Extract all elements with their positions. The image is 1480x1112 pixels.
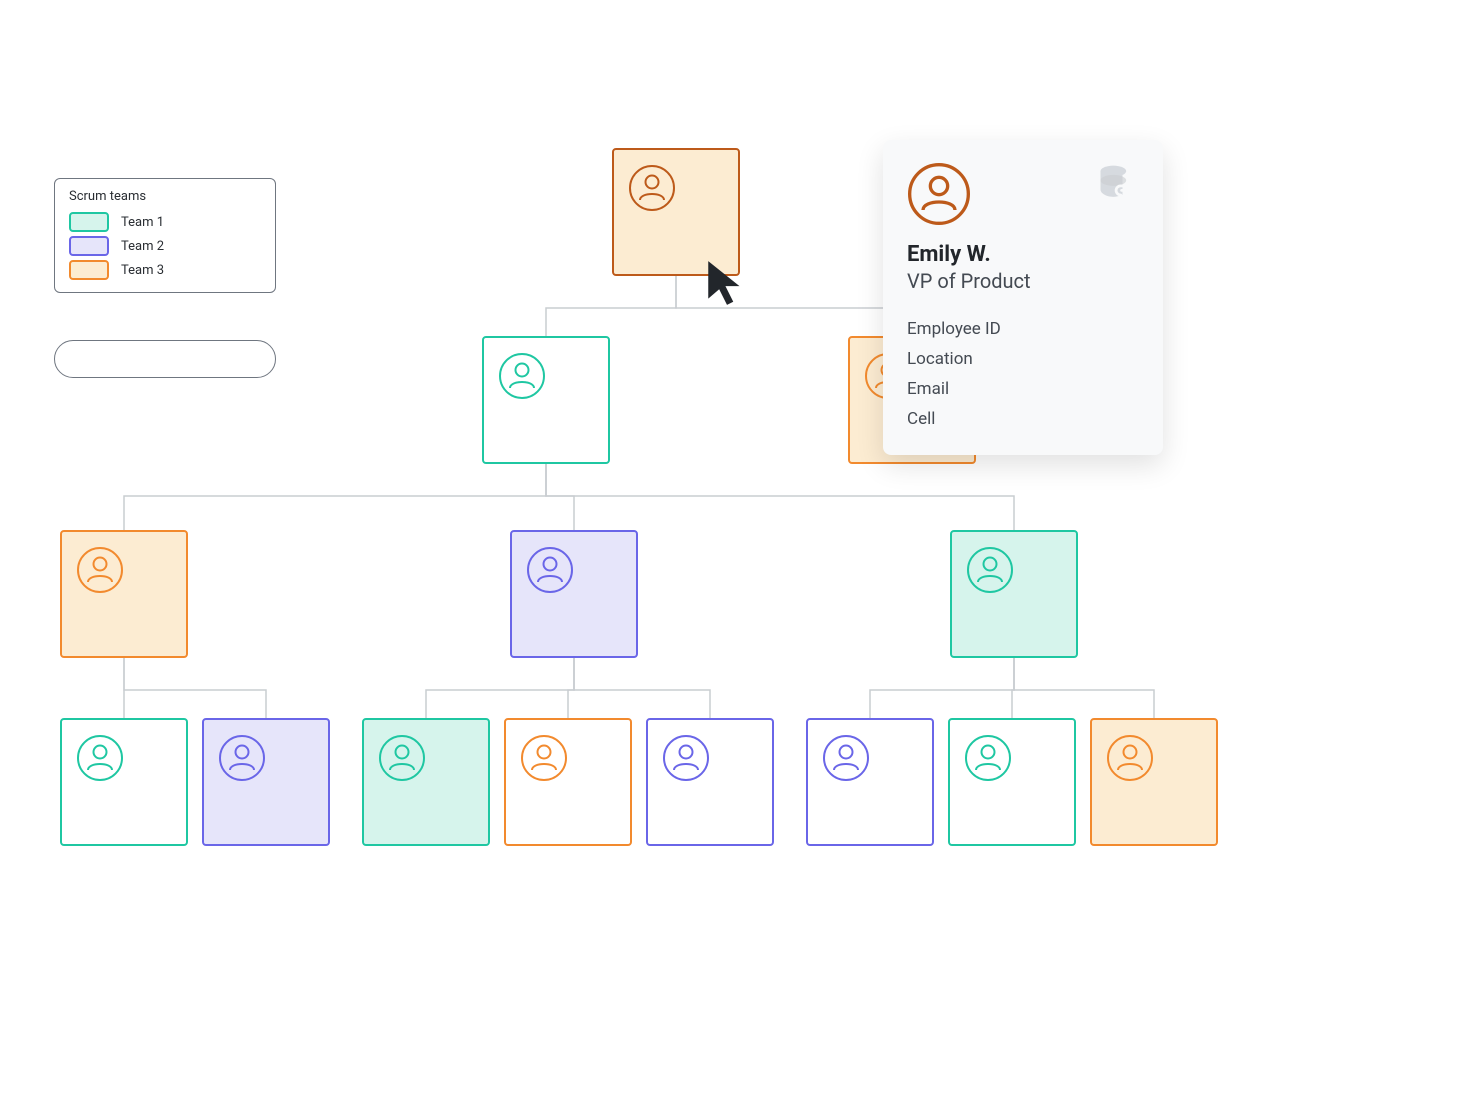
avatar-icon: [907, 162, 971, 226]
org-node-l3b[interactable]: [510, 530, 638, 658]
org-node-leaf4[interactable]: [504, 718, 632, 846]
connectors: [0, 0, 1480, 1112]
legend-swatch-team2: [69, 236, 109, 256]
org-node-leaf8[interactable]: [1090, 718, 1218, 846]
org-node-leaf1[interactable]: [60, 718, 188, 846]
person-icon: [1106, 734, 1154, 786]
legend-label-team1: Team 1: [121, 215, 164, 230]
legend-row-team1: Team 1: [69, 212, 261, 232]
person-icon: [822, 734, 870, 786]
cursor-arrow-icon: [702, 258, 752, 308]
legend-row-team3: Team 3: [69, 260, 261, 280]
org-node-leaf2[interactable]: [202, 718, 330, 846]
detail-field-email: Email: [907, 379, 1139, 399]
person-icon: [76, 734, 124, 786]
detail-field-location: Location: [907, 349, 1139, 369]
org-node-leaf3[interactable]: [362, 718, 490, 846]
detail-title: VP of Product: [907, 269, 1139, 293]
person-icon: [498, 352, 546, 404]
org-node-leaf7[interactable]: [948, 718, 1076, 846]
person-icon: [218, 734, 266, 786]
legend-swatch-team3: [69, 260, 109, 280]
org-node-l3a[interactable]: [60, 530, 188, 658]
person-icon: [662, 734, 710, 786]
person-icon: [526, 546, 574, 598]
detail-name: Emily W.: [907, 242, 1139, 267]
org-node-l2a[interactable]: [482, 336, 610, 464]
detail-field-employee-id: Employee ID: [907, 319, 1139, 339]
org-node-leaf5[interactable]: [646, 718, 774, 846]
legend-label-team2: Team 2: [121, 239, 164, 254]
person-icon: [966, 546, 1014, 598]
person-detail-card: Emily W. VP of Product Employee ID Locat…: [883, 140, 1163, 455]
empty-pill[interactable]: [54, 340, 276, 378]
person-icon: [964, 734, 1012, 786]
person-icon: [378, 734, 426, 786]
org-node-root[interactable]: [612, 148, 740, 276]
legend-row-team2: Team 2: [69, 236, 261, 256]
person-icon: [628, 164, 676, 216]
legend-box: Scrum teams Team 1 Team 2 Team 3: [54, 178, 276, 293]
legend-title: Scrum teams: [69, 189, 261, 204]
person-icon: [520, 734, 568, 786]
org-node-l3c[interactable]: [950, 530, 1078, 658]
detail-field-cell: Cell: [907, 409, 1139, 429]
legend-label-team3: Team 3: [121, 263, 164, 278]
org-node-leaf6[interactable]: [806, 718, 934, 846]
database-link-icon: [1095, 162, 1139, 206]
legend-swatch-team1: [69, 212, 109, 232]
person-icon: [76, 546, 124, 598]
